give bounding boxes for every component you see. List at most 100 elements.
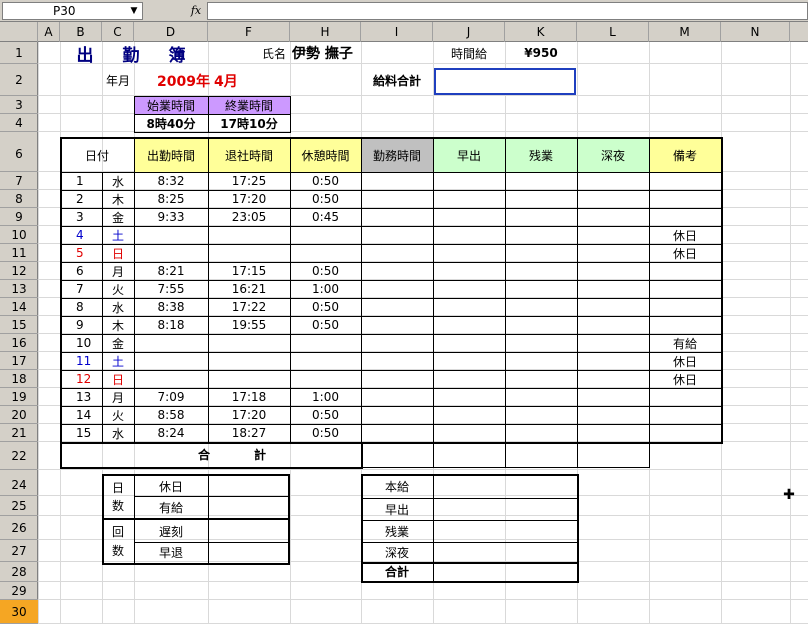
early-cell[interactable] (433, 262, 505, 280)
note-cell[interactable] (649, 316, 721, 334)
note-cell[interactable]: 休日 (649, 226, 721, 244)
work-time-cell[interactable] (361, 262, 433, 280)
work-time-cell[interactable] (361, 226, 433, 244)
row-header-16[interactable]: 16 (0, 334, 38, 352)
break-time-cell[interactable]: 1:00 (290, 280, 361, 298)
leave-early-count[interactable] (208, 542, 288, 562)
row-header-3[interactable]: 3 (0, 96, 38, 114)
in-time-cell[interactable] (134, 244, 208, 262)
note-cell[interactable] (649, 208, 721, 226)
overtime-cell[interactable] (505, 352, 577, 370)
pay-total-value[interactable] (433, 562, 577, 581)
break-time-cell[interactable]: 0:50 (290, 190, 361, 208)
column-header-i[interactable]: I (361, 22, 433, 42)
night-cell[interactable] (577, 334, 649, 352)
break-time-cell[interactable]: 0:50 (290, 424, 361, 442)
work-time-cell[interactable] (361, 208, 433, 226)
column-header-k[interactable]: K (505, 22, 577, 42)
night-cell[interactable] (577, 190, 649, 208)
name-box-dropdown-icon[interactable]: ▼ (126, 2, 142, 20)
break-time-cell[interactable] (290, 370, 361, 388)
note-cell[interactable] (649, 388, 721, 406)
out-time-cell[interactable]: 17:25 (208, 172, 290, 190)
note-cell[interactable] (649, 424, 721, 442)
out-time-cell[interactable]: 16:21 (208, 280, 290, 298)
early-cell[interactable] (433, 280, 505, 298)
function-icon[interactable]: fx (186, 3, 206, 19)
break-time-cell[interactable] (290, 226, 361, 244)
in-time-cell[interactable]: 8:24 (134, 424, 208, 442)
in-time-cell[interactable]: 9:33 (134, 208, 208, 226)
night-cell[interactable] (577, 298, 649, 316)
total-overtime[interactable] (505, 442, 577, 467)
row-header-7[interactable]: 7 (0, 172, 38, 190)
night-cell[interactable] (577, 262, 649, 280)
work-time-cell[interactable] (361, 172, 433, 190)
night-cell[interactable] (577, 244, 649, 262)
note-cell[interactable] (649, 298, 721, 316)
out-time-cell[interactable] (208, 226, 290, 244)
row-header-4[interactable]: 4 (0, 114, 38, 132)
early-cell[interactable] (433, 334, 505, 352)
overtime-pay-value[interactable] (433, 520, 577, 542)
work-time-cell[interactable] (361, 334, 433, 352)
in-time-cell[interactable]: 8:38 (134, 298, 208, 316)
out-time-cell[interactable]: 19:55 (208, 316, 290, 334)
note-cell[interactable] (649, 280, 721, 298)
break-time-cell[interactable]: 1:00 (290, 388, 361, 406)
work-time-cell[interactable] (361, 244, 433, 262)
work-time-cell[interactable] (361, 388, 433, 406)
in-time-cell[interactable]: 7:09 (134, 388, 208, 406)
early-pay-value[interactable] (433, 498, 577, 520)
overtime-cell[interactable] (505, 172, 577, 190)
overtime-cell[interactable] (505, 262, 577, 280)
row-header-17[interactable]: 17 (0, 352, 38, 370)
row-header-29[interactable]: 29 (0, 582, 38, 600)
column-header-d[interactable]: D (134, 22, 208, 42)
overtime-cell[interactable] (505, 424, 577, 442)
row-header-13[interactable]: 13 (0, 280, 38, 298)
row-header-12[interactable]: 12 (0, 262, 38, 280)
in-time-cell[interactable]: 7:55 (134, 280, 208, 298)
row-header-2[interactable]: 2 (0, 64, 38, 96)
column-header-c[interactable]: C (102, 22, 134, 42)
early-cell[interactable] (433, 388, 505, 406)
total-work[interactable] (361, 442, 433, 467)
out-time-cell[interactable] (208, 334, 290, 352)
row-header-28[interactable]: 28 (0, 562, 38, 582)
break-time-cell[interactable]: 0:45 (290, 208, 361, 226)
early-cell[interactable] (433, 298, 505, 316)
night-cell[interactable] (577, 226, 649, 244)
night-cell[interactable] (577, 406, 649, 424)
early-cell[interactable] (433, 208, 505, 226)
work-time-cell[interactable] (361, 298, 433, 316)
in-time-cell[interactable]: 8:18 (134, 316, 208, 334)
in-time-cell[interactable]: 8:32 (134, 172, 208, 190)
row-header-25[interactable]: 25 (0, 496, 38, 516)
row-header-20[interactable]: 20 (0, 406, 38, 424)
night-cell[interactable] (577, 172, 649, 190)
row-header-9[interactable]: 9 (0, 208, 38, 226)
overtime-cell[interactable] (505, 208, 577, 226)
overtime-cell[interactable] (505, 334, 577, 352)
column-header-f[interactable]: F (208, 22, 290, 42)
out-time-cell[interactable] (208, 370, 290, 388)
row-header-30[interactable]: 30 (0, 600, 38, 624)
night-cell[interactable] (577, 424, 649, 442)
break-time-cell[interactable]: 0:50 (290, 298, 361, 316)
out-time-cell[interactable]: 17:20 (208, 406, 290, 424)
note-cell[interactable] (649, 190, 721, 208)
holiday-count[interactable] (208, 476, 288, 496)
row-header-10[interactable]: 10 (0, 226, 38, 244)
overtime-cell[interactable] (505, 226, 577, 244)
night-cell[interactable] (577, 316, 649, 334)
night-pay-value[interactable] (433, 542, 577, 562)
in-time-cell[interactable]: 8:21 (134, 262, 208, 280)
column-header-b[interactable]: B (60, 22, 102, 42)
column-header-n[interactable]: N (721, 22, 790, 42)
in-time-cell[interactable] (134, 370, 208, 388)
work-time-cell[interactable] (361, 352, 433, 370)
out-time-cell[interactable]: 17:18 (208, 388, 290, 406)
break-time-cell[interactable]: 0:50 (290, 262, 361, 280)
column-header-h[interactable]: H (290, 22, 361, 42)
